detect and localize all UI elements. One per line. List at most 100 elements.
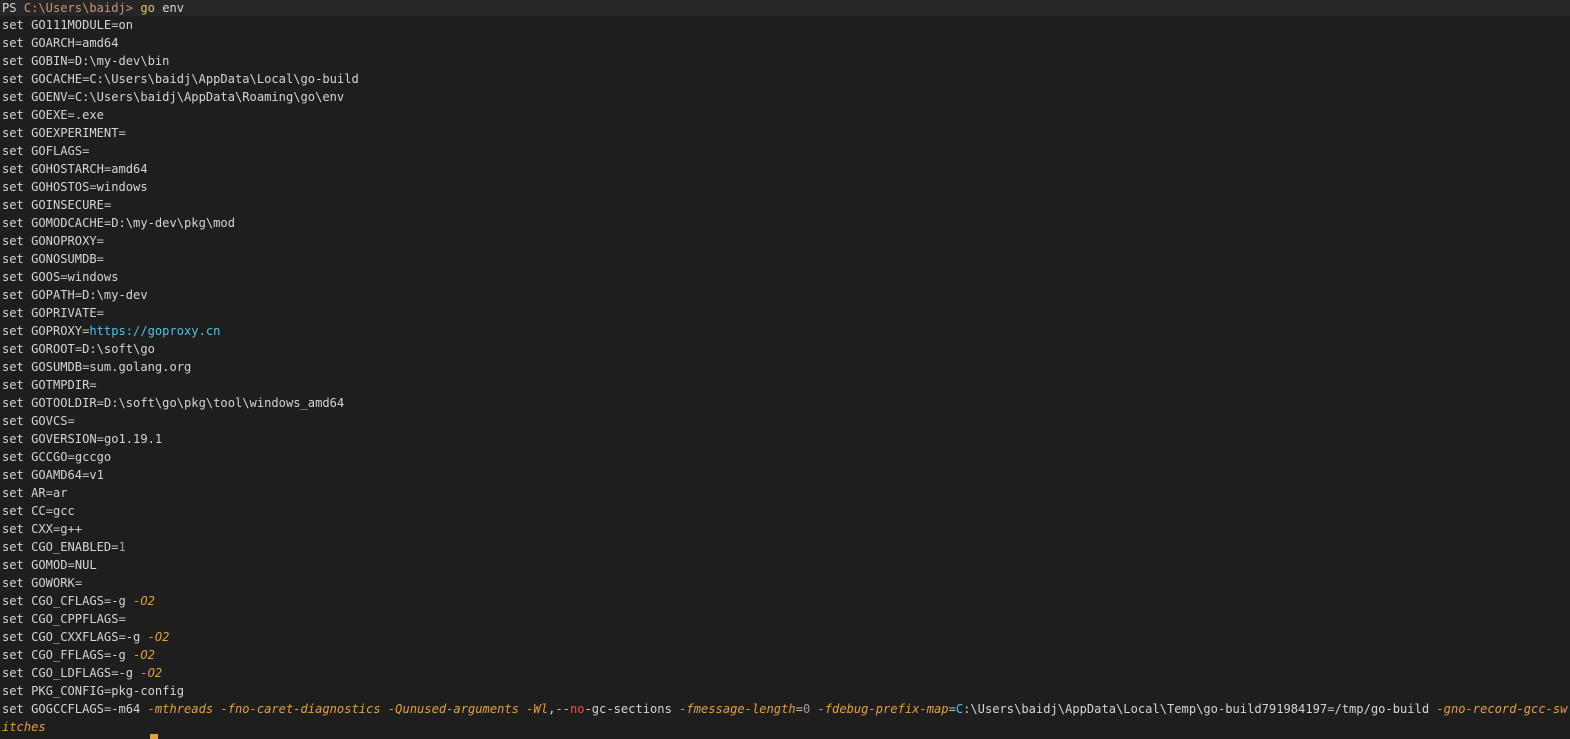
- env-name: GOFLAGS: [31, 144, 83, 158]
- set-keyword: set: [2, 54, 24, 68]
- env-flag: -O2: [140, 666, 163, 680]
- env-name: GOTMPDIR: [31, 378, 90, 392]
- equals-sign: =: [118, 630, 126, 644]
- env-name: GOVCS: [31, 414, 68, 428]
- gcc-flag-part: -m64: [111, 702, 148, 716]
- env-name: CGO_CPPFLAGS: [31, 612, 119, 626]
- gcc-flag-part: /tmp/go-build: [1334, 702, 1437, 716]
- equals-sign: =: [96, 396, 104, 410]
- set-keyword: set: [2, 630, 24, 644]
- set-keyword: set: [2, 90, 24, 104]
- set-keyword: set: [2, 342, 24, 356]
- gcc-flag-part: =: [948, 702, 956, 716]
- env-name: GOWORK: [31, 576, 75, 590]
- set-keyword: set: [2, 288, 24, 302]
- set-keyword: set: [2, 234, 24, 248]
- env-line: set GO111MODULE=on: [0, 16, 1570, 34]
- set-keyword: set: [2, 72, 24, 86]
- env-line: set CXX=g++: [0, 520, 1570, 538]
- gcc-flag-part: -mthreads: [147, 702, 221, 716]
- env-line: set GOWORK=: [0, 574, 1570, 592]
- gcc-flag-part: 0: [802, 702, 818, 716]
- set-keyword: set: [2, 414, 24, 428]
- env-value: D:\soft\go\pkg\tool\windows_amd64: [103, 396, 345, 410]
- equals-sign: =: [118, 612, 126, 626]
- set-keyword: set: [2, 540, 24, 554]
- env-line: set AR=ar: [0, 484, 1570, 502]
- set-keyword: set: [2, 666, 24, 680]
- set-keyword: set: [2, 576, 24, 590]
- set-keyword: set: [2, 360, 24, 374]
- env-name: CGO_LDFLAGS: [31, 666, 112, 680]
- env-value: 1: [118, 540, 126, 554]
- set-keyword: set: [2, 648, 24, 662]
- prompt-argument: env: [162, 1, 185, 15]
- equals-sign: =: [67, 450, 75, 464]
- env-name: GO111MODULE: [31, 18, 112, 32]
- env-value: -g: [111, 648, 126, 662]
- set-keyword: set: [2, 198, 24, 212]
- env-flag: -O2: [133, 648, 155, 662]
- env-line: set GOPATH=D:\my-dev: [0, 286, 1570, 304]
- env-line-gogccflags: set GOGCCFLAGS = -m64 -mthreads -fno-caret…: [0, 700, 1570, 736]
- env-name: GOHOSTARCH: [31, 162, 104, 176]
- prompt-ps: PS: [2, 1, 17, 15]
- equals-sign: =: [74, 576, 83, 590]
- equals-sign: =: [103, 198, 112, 212]
- env-line: set GONOSUMDB=: [0, 250, 1570, 268]
- env-line: set GOAMD64=v1: [0, 466, 1570, 484]
- env-line: set GOTOOLDIR=D:\soft\go\pkg\tool\window…: [0, 394, 1570, 412]
- env-value: https://goproxy.cn: [89, 324, 221, 338]
- set-keyword: set: [2, 612, 24, 626]
- equals-sign: =: [67, 54, 75, 68]
- equals-sign: =: [96, 306, 104, 320]
- equals-sign: =: [96, 252, 104, 266]
- env-name: GOMOD: [31, 558, 68, 572]
- env-value: ar: [52, 486, 68, 500]
- env-name: CC: [31, 504, 46, 518]
- set-keyword: set: [2, 252, 24, 266]
- env-name: GOAMD64: [31, 468, 83, 482]
- gcc-flag-part: -fno-caret-diagnostics: [220, 702, 388, 716]
- env-line: set GOMODCACHE=D:\my-dev\pkg\mod: [0, 214, 1570, 232]
- env-value: gccgo: [74, 450, 112, 464]
- env-value: v1: [89, 468, 104, 482]
- set-keyword: set: [2, 504, 24, 518]
- env-line: set CGO_LDFLAGS=-g -O2: [0, 664, 1570, 682]
- equals-sign: =: [89, 378, 97, 392]
- set-keyword: set: [2, 594, 24, 608]
- set-keyword: set: [2, 468, 24, 482]
- env-name: GOVERSION: [31, 432, 97, 446]
- text-cursor: [150, 734, 158, 739]
- env-value: C:\Users\baidj\AppData\Local\go-build: [89, 72, 359, 86]
- env-value: D:\my-dev\pkg\mod: [111, 216, 235, 230]
- env-line: set GOEXPERIMENT=: [0, 124, 1570, 142]
- env-name: CGO_CFLAGS: [31, 594, 104, 608]
- set-keyword: set: [2, 162, 24, 176]
- gcc-flag-part: =: [795, 702, 803, 716]
- equals-sign: =: [60, 270, 68, 284]
- env-line: set GOVCS=: [0, 412, 1570, 430]
- env-line: set CC=gcc: [0, 502, 1570, 520]
- set-keyword: set: [2, 144, 24, 158]
- gcc-flag-part: -fmessage-length: [679, 702, 796, 716]
- env-name: GONOSUMDB: [31, 252, 97, 266]
- env-flag: -O2: [147, 630, 170, 644]
- env-value: gcc: [52, 504, 75, 518]
- env-name: GOPROXY: [31, 324, 83, 338]
- env-value: go1.19.1: [103, 432, 163, 446]
- env-name: GOSUMDB: [31, 360, 83, 374]
- env-value: on: [118, 18, 134, 32]
- env-name: GOOS: [31, 270, 61, 284]
- set-keyword: set: [2, 558, 24, 572]
- prompt-command: go: [140, 1, 155, 15]
- env-name: GOINSECURE: [31, 198, 104, 212]
- terminal-window[interactable]: PS C:\Users\baidj> go env set GO111MODUL…: [0, 0, 1570, 739]
- env-name: GOENV: [31, 90, 68, 104]
- gcc-flag-part: :\Users\baidj\AppData\Local\Temp\go-buil…: [963, 702, 1328, 716]
- env-value: g++: [60, 522, 83, 536]
- equals-sign: =: [111, 666, 119, 680]
- set-keyword: set: [2, 216, 24, 230]
- env-value: -g: [125, 630, 141, 644]
- env-flag: -O2: [133, 594, 155, 608]
